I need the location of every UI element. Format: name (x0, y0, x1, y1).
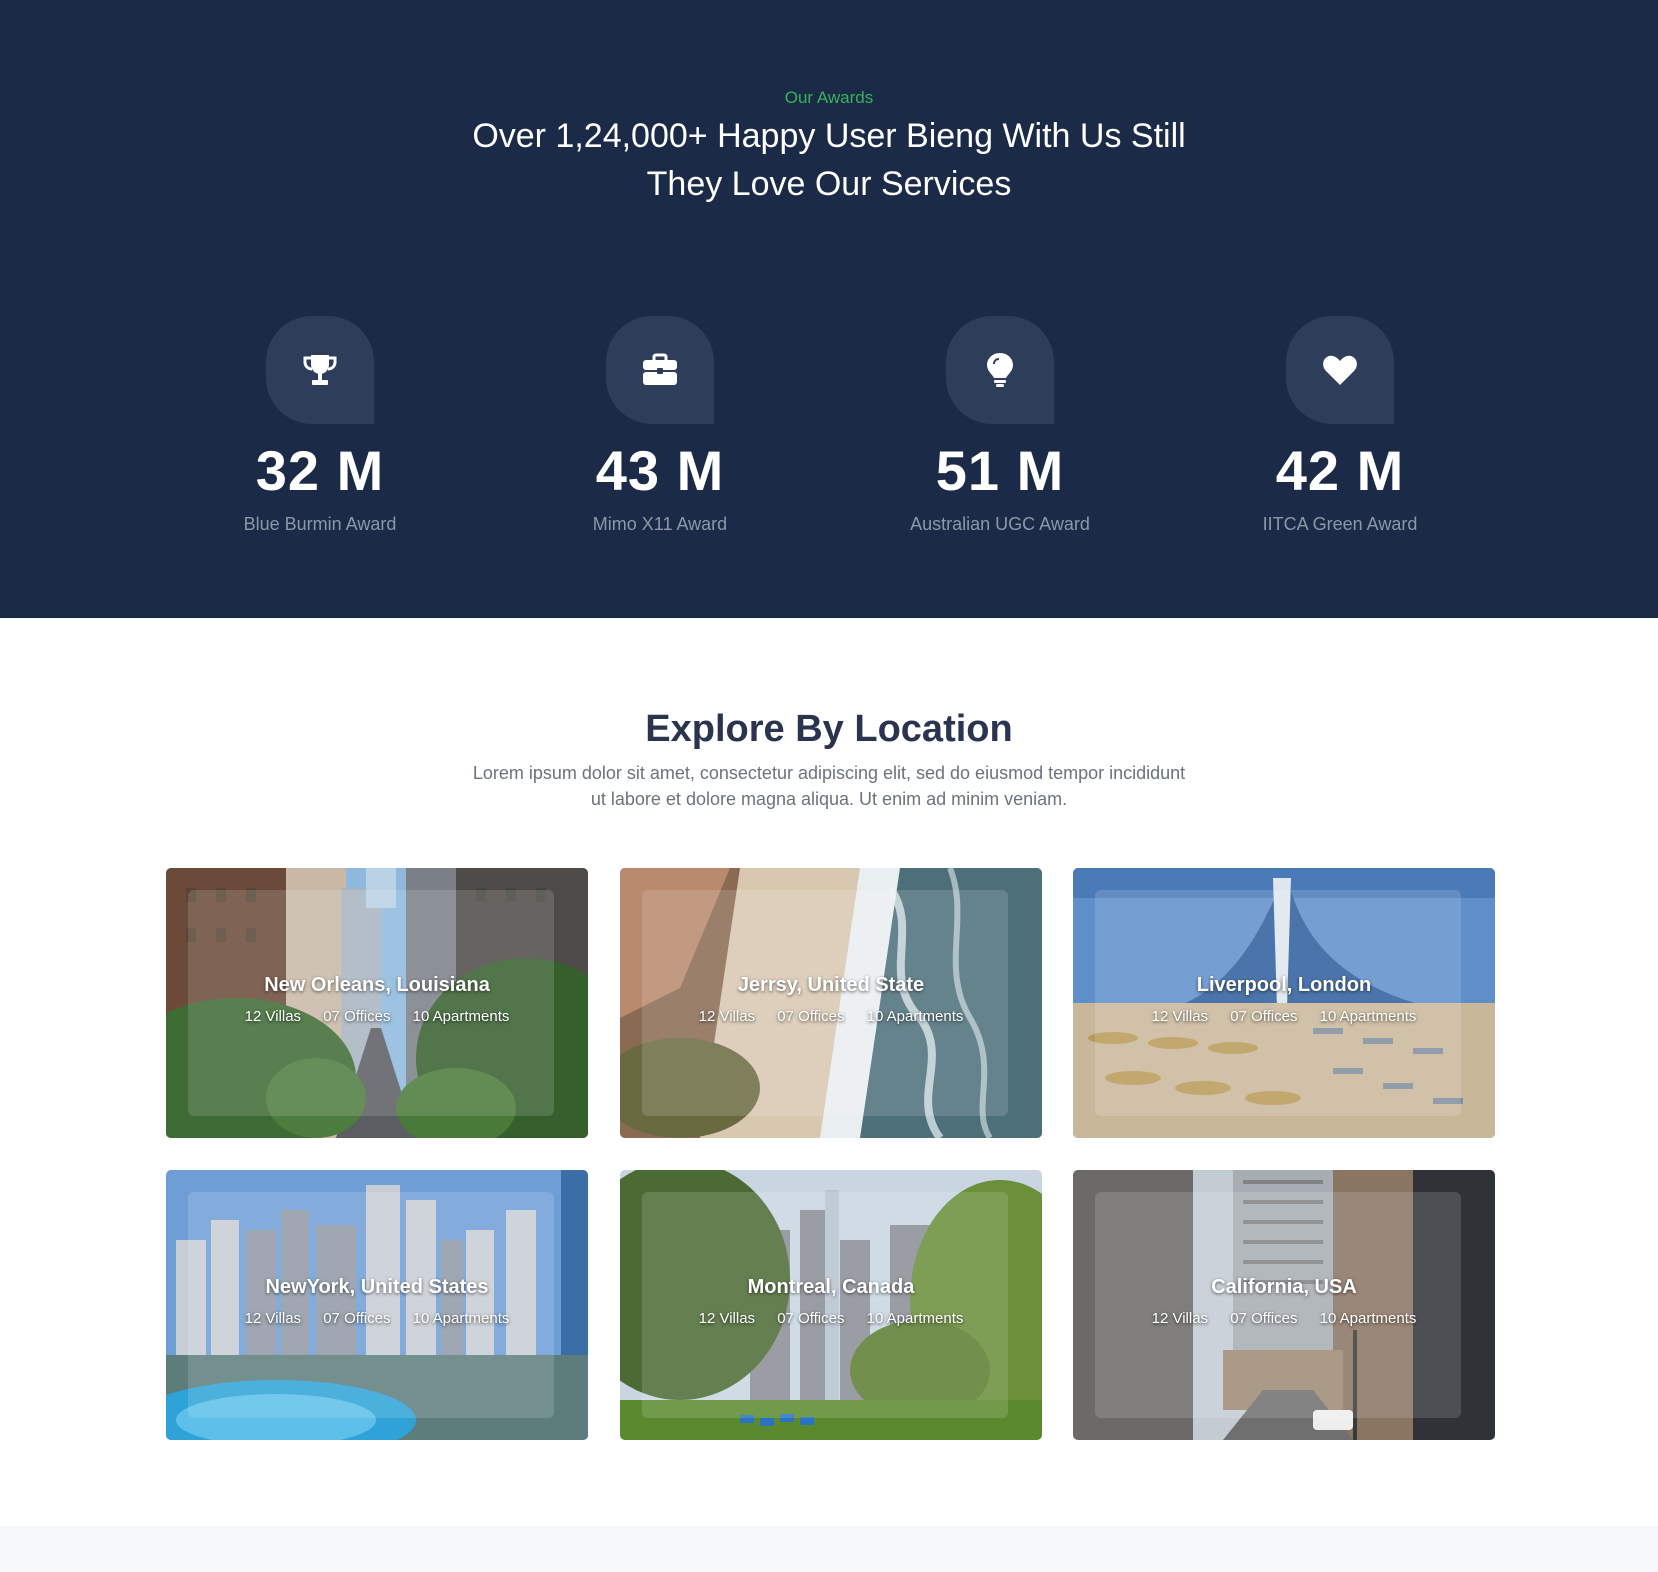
explore-description: Lorem ipsum dolor sit amet, consectetur … (0, 760, 1658, 812)
offices-count: 07 Offices (777, 1008, 845, 1025)
award-value: 42 M (1275, 439, 1405, 502)
location-name: Montreal, Canada (747, 1276, 915, 1298)
award-icon-tile (1286, 316, 1394, 424)
location-card[interactable]: California, USA 12 Villas 07 Offices 10 … (1073, 1170, 1495, 1440)
villas-count: 12 Villas (244, 1008, 302, 1025)
apartments-count: 10 Apartments (1319, 1310, 1417, 1327)
location-name: New Orleans, Louisiana (264, 974, 490, 996)
trophy-icon (303, 355, 337, 385)
award-item: 42 M IITCA Green Award (1190, 316, 1490, 535)
location-name: Jerrsy, United State (737, 974, 925, 996)
offices-count: 07 Offices (323, 1310, 391, 1327)
apartments-count: 10 Apartments (412, 1310, 510, 1327)
villas-count: 12 Villas (1151, 1008, 1209, 1025)
location-card[interactable]: Montreal, Canada 12 Villas 07 Offices 10… (620, 1170, 1042, 1440)
villas-count: 12 Villas (244, 1310, 302, 1327)
heart-icon (1323, 355, 1357, 385)
awards-title: Over 1,24,000+ Happy User Bieng With Us … (0, 112, 1658, 208)
award-icon-tile (606, 316, 714, 424)
award-icon-tile (946, 316, 1054, 424)
location-card[interactable]: NewYork, United States 12 Villas 07 Offi… (166, 1170, 588, 1440)
awards-section: Our Awards Over 1,24,000+ Happy User Bie… (0, 0, 1658, 618)
explore-title: Explore By Location (645, 708, 1013, 750)
award-label: Mimo X11 Award (592, 514, 728, 534)
explore-section: Explore By Location Lorem ipsum dolor si… (0, 618, 1658, 1526)
awards-eyebrow: Our Awards (784, 88, 874, 107)
award-value: 32 M (255, 439, 385, 502)
offices-count: 07 Offices (1230, 1310, 1298, 1327)
offices-count: 07 Offices (1230, 1008, 1298, 1025)
location-stats: 12 Villas 07 Offices 10 Apartments (1073, 1310, 1495, 1327)
card-overlay (642, 890, 1008, 1116)
location-stats: 12 Villas 07 Offices 10 Apartments (166, 1310, 588, 1327)
award-item: 32 M Blue Burmin Award (170, 316, 470, 535)
location-stats: 12 Villas 07 Offices 10 Apartments (620, 1008, 1042, 1025)
apartments-count: 10 Apartments (1319, 1008, 1417, 1025)
card-overlay (188, 890, 554, 1116)
lightbulb-icon (987, 353, 1013, 387)
explore-description-line1: Lorem ipsum dolor sit amet, consectetur … (472, 763, 1186, 783)
card-overlay (1095, 890, 1461, 1116)
award-item: 51 M Australian UGC Award (850, 316, 1150, 535)
location-stats: 12 Villas 07 Offices 10 Apartments (1073, 1008, 1495, 1025)
villas-count: 12 Villas (698, 1310, 756, 1327)
apartments-count: 10 Apartments (866, 1008, 964, 1025)
apartments-count: 10 Apartments (412, 1008, 510, 1025)
villas-count: 12 Villas (698, 1008, 756, 1025)
location-name: NewYork, United States (265, 1276, 489, 1298)
offices-count: 07 Offices (777, 1310, 845, 1327)
award-value: 43 M (595, 439, 725, 502)
award-label: IITCA Green Award (1262, 514, 1418, 534)
card-overlay (642, 1192, 1008, 1418)
award-value: 51 M (935, 439, 1065, 502)
briefcase-icon (643, 353, 677, 385)
awards-title-line1: Over 1,24,000+ Happy User Bieng With Us … (472, 117, 1186, 155)
apartments-count: 10 Apartments (866, 1310, 964, 1327)
location-name: Liverpool, London (1196, 974, 1372, 996)
villas-count: 12 Villas (1151, 1310, 1209, 1327)
location-stats: 12 Villas 07 Offices 10 Apartments (620, 1310, 1042, 1327)
location-card[interactable]: Jerrsy, United State 12 Villas 07 Office… (620, 868, 1042, 1138)
location-card[interactable]: New Orleans, Louisiana 12 Villas 07 Offi… (166, 868, 588, 1138)
offices-count: 07 Offices (323, 1008, 391, 1025)
location-name: California, USA (1211, 1276, 1357, 1298)
card-overlay (1095, 1192, 1461, 1418)
award-label: Australian UGC Award (910, 514, 1090, 534)
awards-title-line2: They Love Our Services (646, 165, 1012, 203)
explore-description-line2: ut labore et dolore magna aliqua. Ut eni… (590, 789, 1068, 809)
award-icon-tile (266, 316, 374, 424)
location-stats: 12 Villas 07 Offices 10 Apartments (166, 1008, 588, 1025)
next-section-strip (0, 1526, 1658, 1572)
location-card[interactable]: Liverpool, London 12 Villas 07 Offices 1… (1073, 868, 1495, 1138)
award-label: Blue Burmin Award (243, 514, 397, 534)
award-item: 43 M Mimo X11 Award (510, 316, 810, 535)
card-overlay (188, 1192, 554, 1418)
